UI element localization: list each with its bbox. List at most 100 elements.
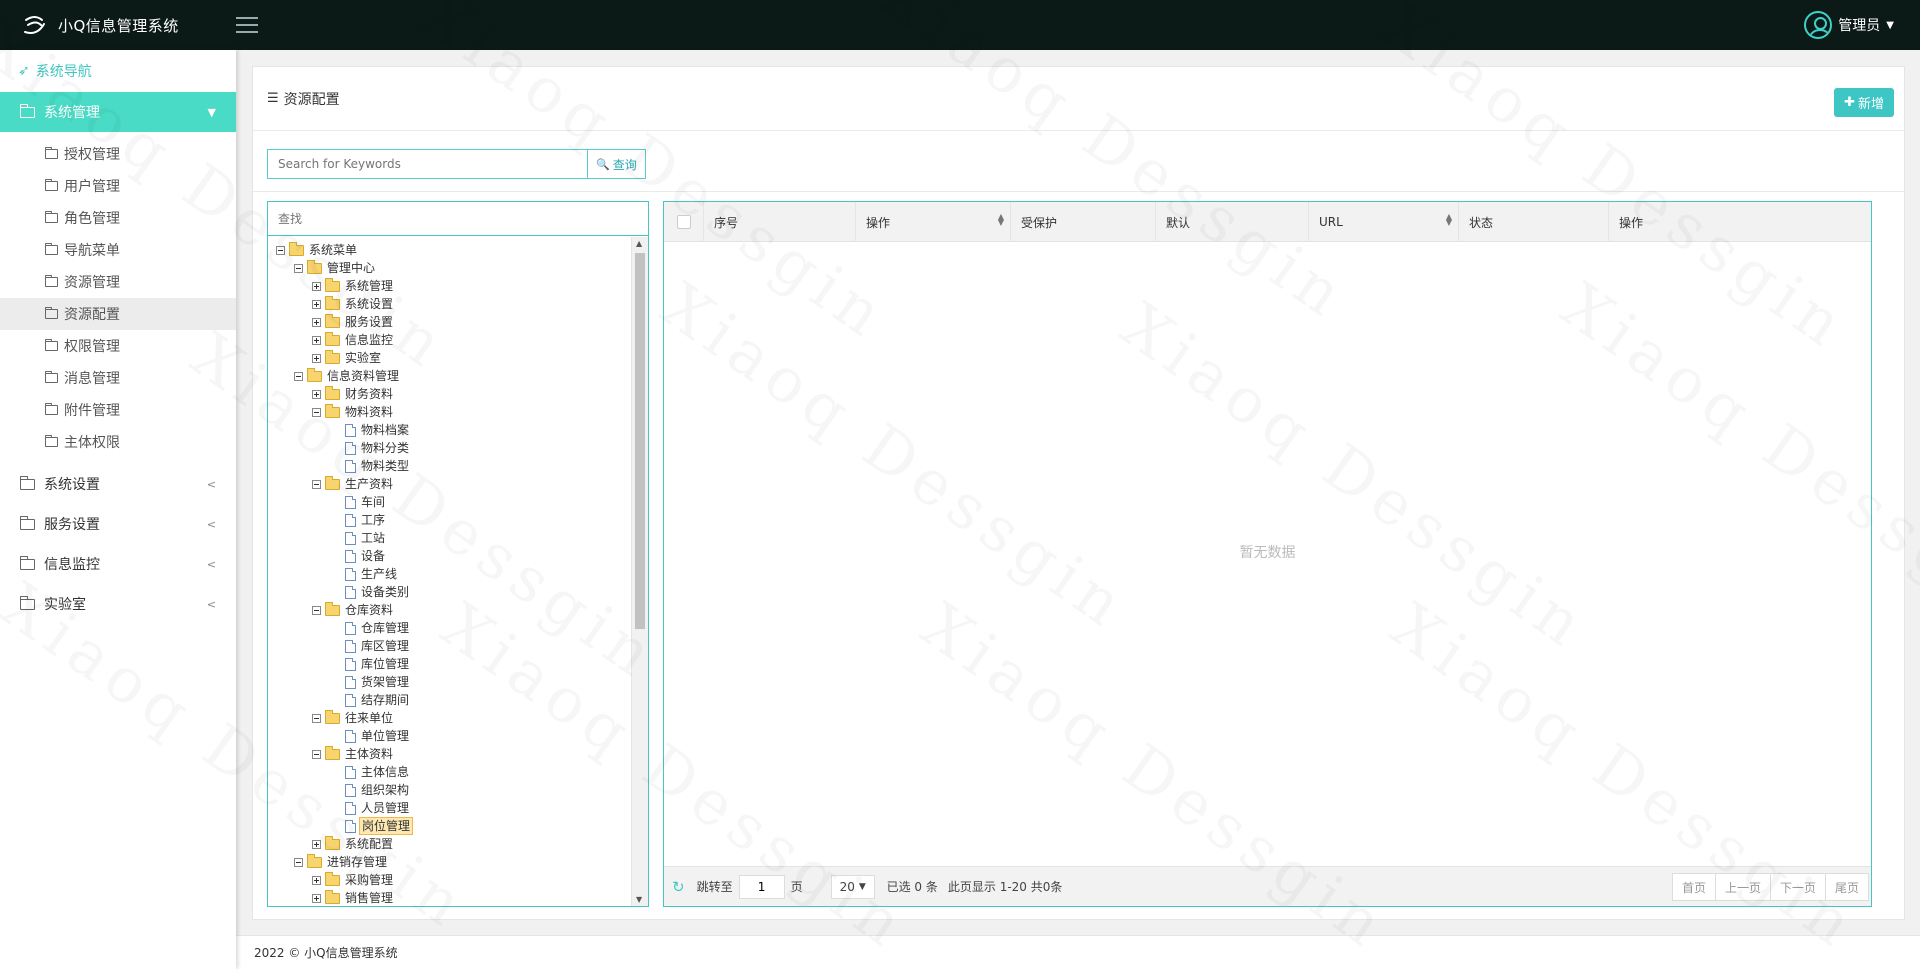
tree-node[interactable]: 工序 [268,511,630,529]
collapse-icon[interactable] [294,371,303,381]
tree-node[interactable]: 信息资料管理 [268,367,630,385]
sidebar-item[interactable]: 导航菜单 [0,234,236,266]
tree-scrollbar[interactable]: ▲ ▼ [631,237,648,906]
tree-node[interactable]: 仓库资料 [268,601,630,619]
tree-node[interactable]: 主体资料 [268,745,630,763]
tree-node[interactable]: 生产资料 [268,475,630,493]
collapse-icon[interactable] [294,263,303,273]
sidebar-group-system-management[interactable]: 系统管理 ▼ [0,92,236,132]
search-button[interactable]: 🔍 查询 [587,149,646,179]
sidebar-group[interactable]: 信息监控 < [0,544,236,584]
expand-icon[interactable] [312,281,321,291]
tree-node[interactable]: 岗位管理 [268,817,630,835]
tree-node[interactable]: 库区管理 [268,637,630,655]
expand-icon[interactable] [312,299,321,309]
tree-node[interactable]: 实验室 [268,349,630,367]
sidebar-group[interactable]: 实验室 < [0,584,236,624]
tree-node-label: 设备类别 [361,585,410,599]
collapse-icon[interactable] [276,245,285,255]
sidebar-item[interactable]: 资源管理 [0,266,236,298]
sidebar-item[interactable]: 资源配置 [0,298,236,330]
sidebar-item[interactable]: 用户管理 [0,170,236,202]
tree-node[interactable]: 物料类型 [268,457,630,475]
tree-node[interactable]: 工站 [268,529,630,547]
tree-node[interactable]: 往来单位 [268,709,630,727]
sidebar-item[interactable]: 授权管理 [0,138,236,170]
sort-icon[interactable]: ▲ ▼ [998,213,1004,227]
column-header[interactable]: 状态 [1459,202,1609,242]
expand-icon[interactable] [312,839,321,849]
tree-search-input[interactable] [278,211,578,226]
collapse-icon[interactable] [312,605,321,615]
sidebar-group[interactable]: 服务设置 < [0,504,236,544]
collapse-icon[interactable] [294,857,303,867]
expand-icon[interactable] [312,335,321,345]
tree-node[interactable]: 服务设置 [268,313,630,331]
column-header[interactable]: 操作 ▲ ▼ [856,202,1011,242]
add-button[interactable]: ✚ 新增 [1834,88,1894,117]
tree-node[interactable]: 系统设置 [268,295,630,313]
expand-icon[interactable] [312,317,321,327]
sort-icon[interactable]: ▲ ▼ [1446,213,1452,227]
tree-node[interactable]: 系统菜单 [268,241,630,259]
column-header[interactable]: 受保护 [1011,202,1156,242]
tree-node[interactable]: 库位管理 [268,655,630,673]
tree-node[interactable]: 主体信息 [268,763,630,781]
scrollbar-thumb[interactable] [635,253,645,629]
tree-node[interactable]: 物料档案 [268,421,630,439]
tree-node[interactable]: 物料资料 [268,403,630,421]
tree-node[interactable]: 销售管理 [268,889,630,906]
tree-node[interactable]: 财务资料 [268,385,630,403]
sidebar-item[interactable]: 角色管理 [0,202,236,234]
column-header[interactable]: 默认 [1156,202,1309,242]
expand-icon[interactable] [312,875,321,885]
logo[interactable]: 小Q信息管理系统 [0,0,236,50]
page-number-input[interactable] [738,874,785,899]
tree-node[interactable]: 进销存管理 [268,853,630,871]
page-size-select[interactable]: 20 ▼ [830,874,875,899]
next-page-button[interactable]: 下一页 [1769,873,1826,901]
column-header[interactable]: 操作 [1609,202,1871,242]
collapse-icon[interactable] [312,749,321,759]
tree-node[interactable]: 结存期间 [268,691,630,709]
tree-node[interactable]: 设备类别 [268,583,630,601]
prev-page-button[interactable]: 上一页 [1714,873,1771,901]
refresh-icon[interactable]: ↻ [672,878,685,896]
scroll-down-icon[interactable]: ▼ [636,895,642,904]
expand-icon[interactable] [312,389,321,399]
column-header[interactable]: 序号 [704,202,856,242]
search-input[interactable] [267,149,587,179]
tree-node[interactable]: 组织架构 [268,781,630,799]
tree-node[interactable]: 货架管理 [268,673,630,691]
column-header[interactable]: URL ▲ ▼ [1309,202,1459,242]
tree-node[interactable]: 设备 [268,547,630,565]
tree-node[interactable]: 系统配置 [268,835,630,853]
collapse-icon[interactable] [312,479,321,489]
tree-node[interactable]: 单位管理 [268,727,630,745]
tree-node[interactable]: 信息监控 [268,331,630,349]
tree-node[interactable]: 系统管理 [268,277,630,295]
scroll-up-icon[interactable]: ▲ [636,239,642,248]
sidebar-item[interactable]: 消息管理 [0,362,236,394]
tree-node[interactable]: 人员管理 [268,799,630,817]
last-page-button[interactable]: 尾页 [1824,873,1869,901]
select-all-checkbox[interactable] [676,215,691,229]
sidebar-item[interactable]: 主体权限 [0,426,236,458]
tree-node[interactable]: 生产线 [268,565,630,583]
sidebar-group[interactable]: 系统设置 < [0,464,236,504]
sidebar-item[interactable]: 附件管理 [0,394,236,426]
tree-node-label: 岗位管理 [359,817,414,835]
tree-node[interactable]: 车间 [268,493,630,511]
user-menu[interactable]: 管理员 ▼ [1804,0,1894,50]
collapse-icon[interactable] [312,407,321,417]
first-page-button[interactable]: 首页 [1671,873,1716,901]
tree-node[interactable]: 物料分类 [268,439,630,457]
sidebar-item[interactable]: 权限管理 [0,330,236,362]
tree-node[interactable]: 管理中心 [268,259,630,277]
collapse-icon[interactable] [312,713,321,723]
tree-node[interactable]: 仓库管理 [268,619,630,637]
expand-icon[interactable] [312,893,321,903]
menu-toggle-icon[interactable] [236,17,258,33]
expand-icon[interactable] [312,353,321,363]
tree-node[interactable]: 采购管理 [268,871,630,889]
